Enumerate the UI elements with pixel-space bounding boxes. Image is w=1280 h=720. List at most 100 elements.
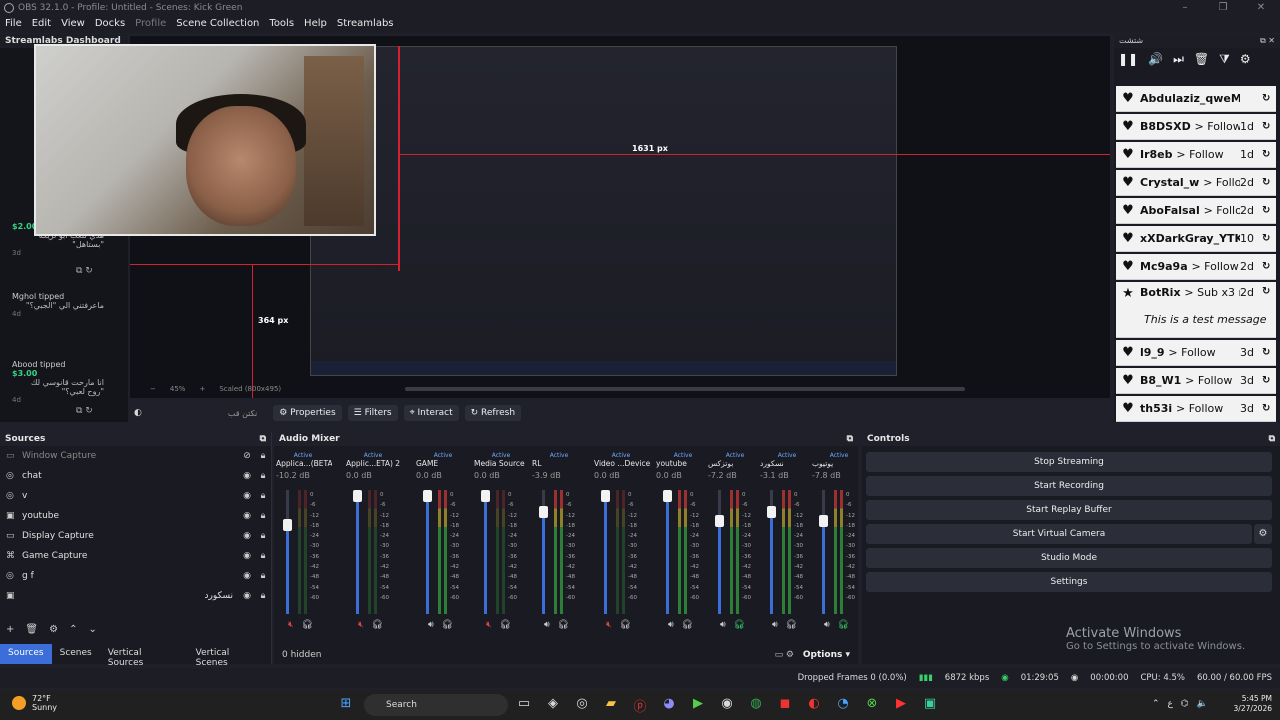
eye-icon[interactable]: ◉	[239, 551, 255, 561]
obs-taskbar-icon[interactable]: ◼	[775, 696, 795, 715]
volume-slider[interactable]	[423, 490, 432, 614]
start-virtual-camera-button[interactable]: Start Virtual Camera	[866, 524, 1252, 544]
lock-icon[interactable]: 🔒︎	[255, 551, 271, 561]
volume-slider-handle[interactable]	[819, 514, 828, 527]
add-source-button[interactable]: +	[6, 624, 14, 635]
settings-button[interactable]: Settings	[866, 572, 1272, 592]
refresh-button[interactable]: ↻ Refresh	[464, 405, 522, 421]
tip-actions[interactable]: ⧉ ↻	[76, 266, 93, 276]
eye-icon[interactable]: ◉	[239, 571, 255, 581]
speaker-icon[interactable]: 🔊︎	[720, 620, 726, 630]
source-item[interactable]: ▣ نسكورد ◉ 🔒︎	[0, 586, 271, 606]
interact-button[interactable]: ⌖ Interact	[403, 405, 459, 421]
menu-edit[interactable]: Edit	[27, 16, 56, 33]
maximize-button[interactable]: ❐	[1204, 0, 1242, 16]
replay-icon[interactable]: ↻	[1262, 375, 1276, 386]
volume-slider[interactable]	[715, 490, 724, 614]
eye-icon[interactable]: ◉	[239, 591, 255, 601]
lock-icon[interactable]: 🔒︎	[255, 531, 271, 541]
move-up-button[interactable]: ⌃	[69, 624, 77, 635]
muted-speaker-icon[interactable]: 🔇︎	[606, 620, 612, 630]
source-item[interactable]: ◎ g f ◉ 🔒︎	[0, 566, 271, 586]
channel-name[interactable]: RL	[530, 459, 588, 468]
replay-icon[interactable]: ↻	[1262, 286, 1276, 297]
volume-slider-handle[interactable]	[481, 490, 490, 502]
file-explorer-icon[interactable]: ▰	[601, 696, 621, 715]
source-item[interactable]: ◎ v ◉ 🔒︎	[0, 486, 271, 506]
start-recording-button[interactable]: Start Recording	[866, 476, 1272, 496]
pinterest-icon[interactable]: ⓟ	[630, 696, 650, 715]
volume-slider[interactable]	[283, 490, 292, 614]
copilot-icon[interactable]: ◈	[543, 696, 563, 715]
speaker-icon[interactable]: 🔈	[1197, 699, 1208, 709]
replay-icon[interactable]: ↻	[1262, 177, 1276, 188]
muted-speaker-icon[interactable]: 🔇︎	[288, 620, 294, 630]
app-icon-teal[interactable]: ▣	[920, 696, 940, 715]
move-down-button[interactable]: ⌄	[88, 624, 96, 635]
speaker-icon[interactable]: 🔊︎	[824, 620, 830, 630]
volume-slider[interactable]	[353, 490, 362, 614]
lock-icon[interactable]: 🔒︎	[255, 591, 271, 601]
muted-speaker-icon[interactable]: 🔇︎	[358, 620, 364, 630]
clock[interactable]: 5:45 PM 3/27/2026	[1234, 694, 1272, 714]
menu-view[interactable]: View	[56, 16, 90, 33]
edge-icon[interactable]: ◔	[833, 696, 853, 715]
menu-scene-collection[interactable]: Scene Collection	[171, 16, 264, 33]
network-icon[interactable]: ⌬	[1181, 699, 1189, 709]
lock-icon[interactable]: 🔒︎	[255, 491, 271, 501]
virtual-camera-settings-icon[interactable]: ⚙	[1254, 524, 1272, 544]
zoom-in-button[interactable]: +	[199, 385, 205, 393]
menu-tools[interactable]: Tools	[264, 16, 299, 33]
channel-name[interactable]: Media Source	[472, 459, 530, 468]
channel-name[interactable]: youtube	[654, 459, 712, 468]
volume-slider[interactable]	[601, 490, 610, 614]
volume-slider[interactable]	[819, 490, 828, 614]
tab-scenes[interactable]: Scenes	[52, 644, 100, 664]
channel-name[interactable]: يوتيوب	[810, 459, 868, 468]
windows-start-icon[interactable]: ⊞	[336, 696, 356, 711]
remove-source-button[interactable]: 🗑	[25, 624, 38, 635]
monitor-headphones-icon[interactable]: 🎧︎	[372, 620, 383, 630]
lock-icon[interactable]: 🔒︎	[255, 511, 271, 521]
channel-name[interactable]: Applic...ETA) 2	[344, 459, 402, 468]
monitor-headphones-icon[interactable]: 🎧︎	[302, 620, 313, 630]
replay-icon[interactable]: ↻	[1262, 233, 1276, 244]
tip-actions[interactable]: ⧉ ↻	[76, 406, 93, 416]
youtube-icon[interactable]: ▶	[891, 696, 911, 715]
weather-widget[interactable]: 72°F Sunny	[12, 694, 57, 712]
channel-name[interactable]: نسكورد	[758, 459, 816, 468]
taskbar-search[interactable]: Search	[364, 694, 508, 716]
app-icon-red[interactable]: ◐	[804, 696, 824, 715]
speaker-icon[interactable]: 🔊︎	[544, 620, 550, 630]
preview-scrollbar[interactable]	[405, 387, 965, 391]
close-button[interactable]: ✕	[1242, 0, 1280, 16]
eye-icon[interactable]: ◉	[239, 511, 255, 521]
dock-float-icon[interactable]: ⧉	[847, 434, 853, 444]
volume-slider[interactable]	[481, 490, 490, 614]
volume-slider-handle[interactable]	[601, 490, 610, 502]
scale-mode[interactable]: Scaled (800x495)	[219, 385, 281, 393]
replay-icon[interactable]: ↻	[1262, 403, 1276, 414]
volume-slider[interactable]	[767, 490, 776, 614]
replay-icon[interactable]: ↻	[1262, 261, 1276, 272]
zoom-out-button[interactable]: −	[150, 385, 156, 393]
speaker-icon[interactable]: 🔊︎	[428, 620, 434, 630]
app-icon-camera[interactable]: ◉	[717, 696, 737, 715]
channel-name[interactable]: بوتزكس	[706, 459, 764, 468]
monitor-headphones-icon[interactable]: 🎧︎	[558, 620, 569, 630]
volume-slider-handle[interactable]	[423, 490, 432, 502]
options-button[interactable]: Options ▾	[803, 650, 850, 660]
monitor-headphones-icon[interactable]: 🎧︎	[442, 620, 453, 630]
steam-icon[interactable]: ◎	[572, 696, 592, 715]
muted-speaker-icon[interactable]: 🔇︎	[486, 620, 492, 630]
monitor-headphones-icon[interactable]: 🎧︎	[838, 620, 849, 630]
channel-name[interactable]: GAME	[414, 459, 472, 468]
monitor-headphones-icon[interactable]: 🎧︎	[682, 620, 693, 630]
tray-chevron-icon[interactable]: ⌃	[1152, 699, 1160, 709]
filters-button[interactable]: ☰ Filters	[347, 405, 398, 421]
dock-controls[interactable]: ⧉ ✕	[1260, 36, 1275, 46]
studio-mode-button[interactable]: Studio Mode	[866, 548, 1272, 568]
replay-icon[interactable]: ↻	[1262, 93, 1276, 104]
monitor-headphones-icon[interactable]: 🎧︎	[734, 620, 745, 630]
eye-icon[interactable]: ◉	[239, 531, 255, 541]
